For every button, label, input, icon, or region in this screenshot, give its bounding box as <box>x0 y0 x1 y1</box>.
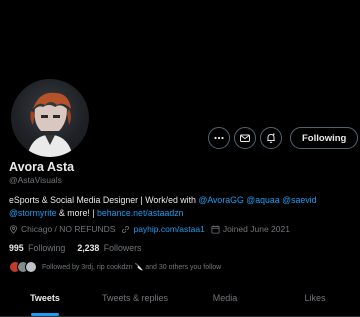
location-item: Chicago / NO REFUNDS <box>9 224 115 234</box>
tab-tweets-replies[interactable]: Tweets & replies <box>90 287 180 316</box>
bio-text: & more! | <box>56 208 97 218</box>
profile-handle: @AstaVisuals <box>9 175 62 185</box>
calendar-icon <box>211 225 220 234</box>
tab-media[interactable]: Media <box>180 287 270 316</box>
notifications-button[interactable] <box>260 127 282 149</box>
behance-link[interactable]: behance.net/astaadzn <box>97 208 184 218</box>
profile-tabs: Tweets Tweets & replies Media Likes <box>0 287 360 317</box>
follower-avatar <box>25 261 37 273</box>
link-icon <box>122 225 130 233</box>
followers-count-link[interactable]: 2,238 Followers <box>77 243 141 253</box>
profile-name: Avora Asta <box>9 160 75 174</box>
mention-link[interactable]: @saevid <box>282 195 316 205</box>
followed-by-text: Followed by 3rdj, rip cookdzn 🔪 and 30 o… <box>42 264 222 271</box>
bio-text: eSports & Social Media Designer | Work/e… <box>9 195 199 205</box>
more-button[interactable] <box>208 127 230 149</box>
profile-stats: 995 Following 2,238 Followers <box>9 243 141 253</box>
avatar-illustration <box>27 92 73 157</box>
profile-meta: Chicago / NO REFUNDS payhip.com/astaa1 J… <box>9 224 290 234</box>
profile-bio: eSports & Social Media Designer | Work/e… <box>9 194 354 220</box>
website-item: payhip.com/astaa1 <box>121 224 205 234</box>
tab-tweets[interactable]: Tweets <box>0 287 90 316</box>
joined-text: Joined June 2021 <box>222 224 290 234</box>
envelope-icon <box>240 134 250 142</box>
mention-link[interactable]: @aquaa <box>246 195 279 205</box>
more-icon <box>214 136 224 140</box>
website-link[interactable]: payhip.com/astaa1 <box>133 224 204 234</box>
follower-avatars <box>9 261 37 273</box>
location-text: Chicago / NO REFUNDS <box>21 224 116 234</box>
mention-link[interactable]: @stormyrite <box>9 208 57 218</box>
joined-item: Joined June 2021 <box>211 224 290 234</box>
profile-avatar[interactable] <box>9 77 91 159</box>
tab-likes[interactable]: Likes <box>270 287 360 316</box>
message-button[interactable] <box>234 127 256 149</box>
profile-actions: Following <box>208 127 359 149</box>
bell-icon <box>267 133 275 143</box>
following-count-link[interactable]: 995 Following <box>9 243 65 253</box>
location-pin-icon <box>10 224 17 234</box>
followed-by[interactable]: Followed by 3rdj, rip cookdzn 🔪 and 30 o… <box>9 261 221 273</box>
mention-link[interactable]: @AvoraGG <box>198 195 243 205</box>
following-button[interactable]: Following <box>290 127 359 149</box>
